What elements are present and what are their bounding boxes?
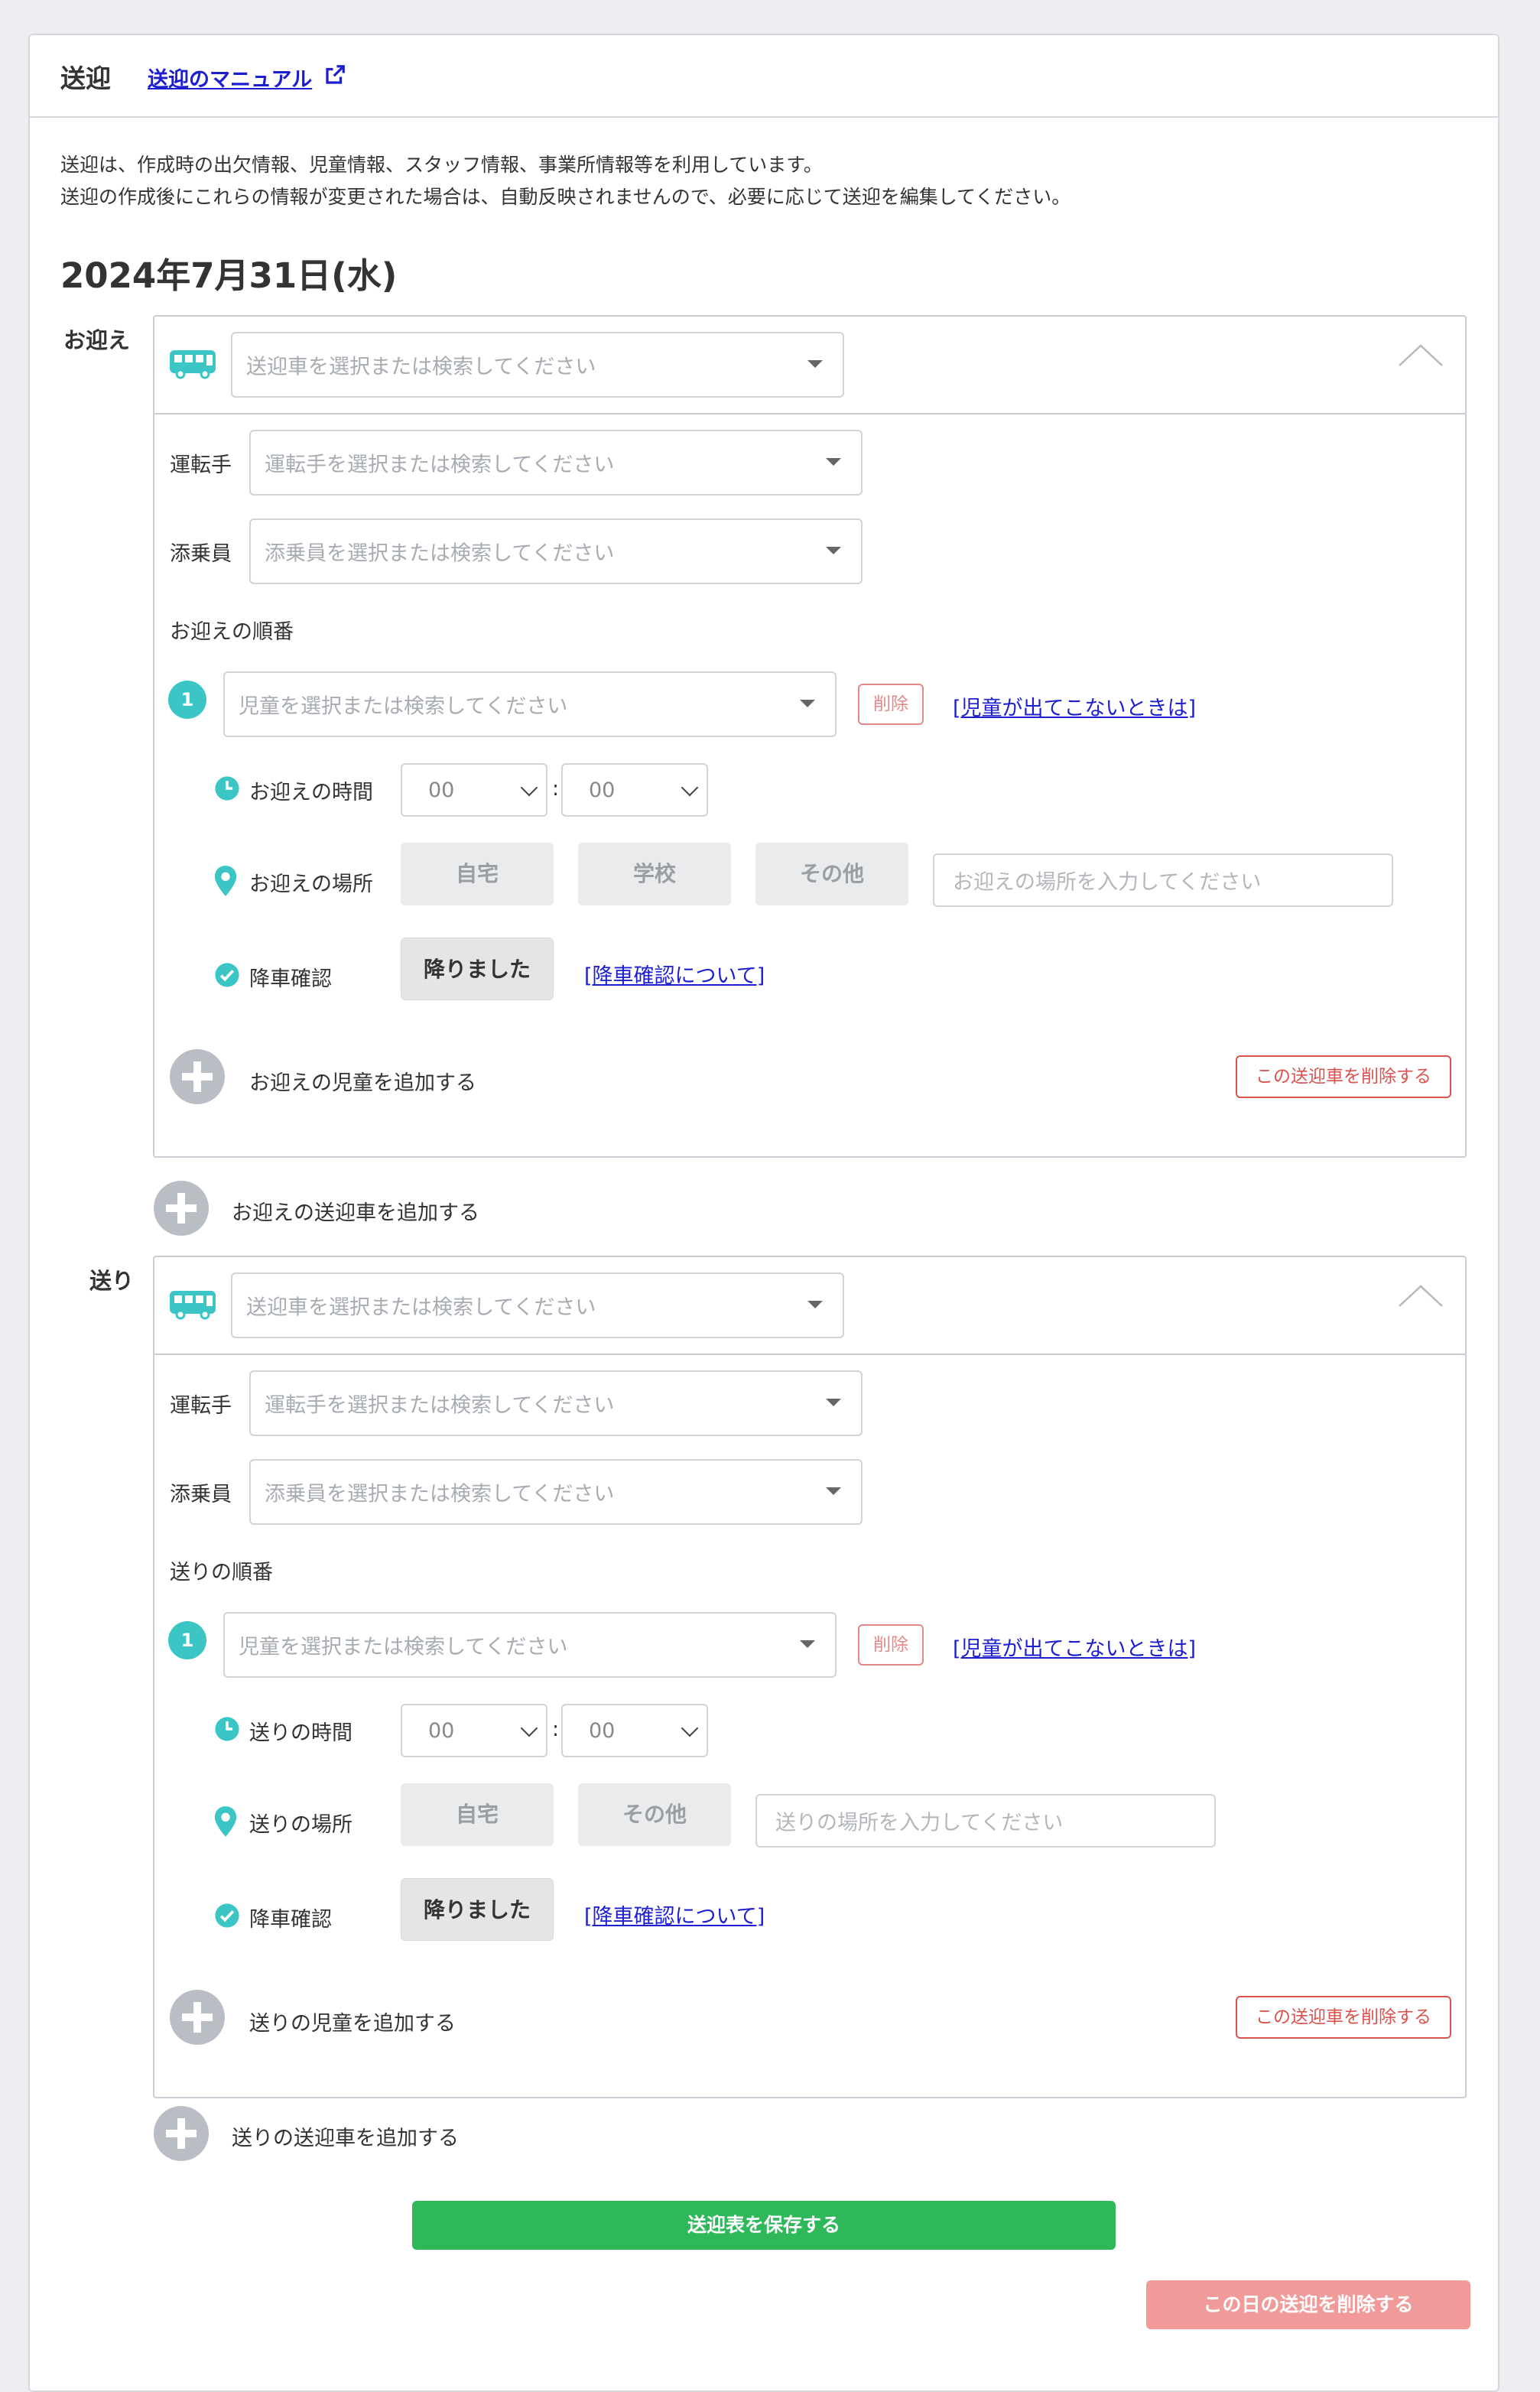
add-vehicle-plus-icon[interactable] (154, 2106, 209, 2161)
place-option-other[interactable]: その他 (755, 843, 908, 905)
order-label: お迎えの順番 (170, 620, 294, 644)
caret-down-icon (800, 700, 815, 707)
minute-select[interactable]: 00 (561, 1704, 708, 1757)
add-pickup-vehicle-button[interactable]: お迎えの送迎車を追加する (232, 1196, 479, 1226)
chevron-down-icon (520, 1719, 538, 1737)
check-circle-icon (215, 1903, 239, 1928)
clock-icon (215, 776, 239, 801)
caret-down-icon (800, 1640, 815, 1648)
time-separator: : (552, 777, 560, 801)
time-label: お迎えの時間 (249, 781, 373, 804)
child-delete-button[interactable]: 削除 (858, 684, 924, 725)
pickup-attendant-select[interactable]: 添乗員を選択または検索してください (249, 518, 863, 584)
location-pin-icon (214, 1806, 237, 1837)
caret-down-icon (807, 360, 823, 368)
chevron-up-icon[interactable] (1396, 340, 1445, 370)
order-label: 送りの順番 (170, 1561, 273, 1584)
caret-down-icon (826, 547, 841, 554)
bus-icon (170, 1291, 216, 1320)
add-vehicle-plus-icon[interactable] (154, 1181, 209, 1236)
place-option-home[interactable]: 自宅 (401, 1783, 554, 1846)
hour-select[interactable]: 00 (401, 763, 547, 817)
place-option-school[interactable]: 学校 (578, 843, 731, 905)
pickup-driver-select[interactable]: 運転手を選択または検索してください (249, 430, 863, 496)
external-link-icon[interactable] (323, 63, 346, 86)
caret-down-icon (826, 1399, 841, 1406)
delete-vehicle-button[interactable]: この送迎車を削除する (1236, 1055, 1451, 1098)
dropoff-section-label: 送り (89, 1268, 135, 1294)
location-pin-icon (214, 866, 237, 896)
transport-card: 送迎 送迎のマニュアル 送迎は、作成時の出欠情報、児童情報、スタッフ情報、事業所… (28, 34, 1499, 2392)
chevron-down-icon (520, 778, 538, 797)
date-heading: 2024年7月31日(水) (60, 255, 398, 296)
attendant-label: 添乗員 (170, 1483, 232, 1506)
child-help-link[interactable]: [児童が出てこないときは] (953, 691, 1196, 721)
caret-down-icon (807, 1301, 823, 1308)
hour-select[interactable]: 00 (401, 1704, 547, 1757)
dropoff-vehicle-panel: 送迎車を選択または検索してください 運転手 運転手を選択または検索してください … (153, 1256, 1467, 2098)
chevron-down-icon (681, 778, 699, 797)
info-text-2: 送迎の作成後にこれらの情報が変更された場合は、自動反映されませんので、必要に応じ… (60, 186, 1071, 208)
dropoff-confirm-label: 降車確認 (249, 1908, 332, 1932)
child-delete-button[interactable]: 削除 (858, 1624, 924, 1666)
dropoff-attendant-select[interactable]: 添乗員を選択または検索してください (249, 1459, 863, 1525)
chevron-up-icon[interactable] (1396, 1280, 1445, 1311)
bus-icon (170, 350, 216, 379)
add-child-button[interactable]: 送りの児童を追加する (249, 2007, 456, 2036)
delete-vehicle-button[interactable]: この送迎車を削除する (1236, 1996, 1451, 2039)
attendant-label: 添乗員 (170, 542, 232, 566)
add-dropoff-vehicle-button[interactable]: 送りの送迎車を追加する (232, 2121, 459, 2151)
delete-day-button[interactable]: この日の送迎を削除する (1146, 2280, 1470, 2329)
child-help-link[interactable]: [児童が出てこないときは] (953, 1632, 1196, 1662)
dropped-off-button[interactable]: 降りました (401, 1878, 554, 1941)
place-label: 送りの場所 (249, 1813, 353, 1837)
driver-label: 運転手 (170, 453, 232, 477)
place-option-home[interactable]: 自宅 (401, 843, 554, 905)
add-child-plus-icon[interactable] (170, 1990, 225, 2045)
caret-down-icon (826, 458, 841, 466)
card-header: 送迎 送迎のマニュアル (30, 35, 1498, 118)
pickup-section-label: お迎え (63, 327, 131, 353)
place-option-other[interactable]: その他 (578, 1783, 731, 1846)
clock-icon (215, 1717, 239, 1741)
pickup-vehicle-select[interactable]: 送迎車を選択または検索してください (231, 332, 844, 398)
add-child-button[interactable]: お迎えの児童を追加する (249, 1066, 476, 1096)
place-input[interactable]: お迎えの場所を入力してください (933, 853, 1393, 907)
dropoff-vehicle-select[interactable]: 送迎車を選択または検索してください (231, 1272, 844, 1338)
pickup-child-select[interactable]: 児童を選択または検索してください (223, 671, 837, 737)
place-input[interactable]: 送りの場所を入力してください (755, 1794, 1216, 1848)
time-label: 送りの時間 (249, 1721, 353, 1745)
child-number-badge: 1 (168, 681, 206, 719)
caret-down-icon (826, 1487, 841, 1495)
pickup-vehicle-panel: 送迎車を選択または検索してください 運転手 運転手を選択または検索してください … (153, 315, 1467, 1158)
child-number-badge: 1 (168, 1621, 206, 1659)
dropoff-info-link[interactable]: [降車確認について] (584, 959, 765, 989)
dropoff-child-select[interactable]: 児童を選択または検索してください (223, 1612, 837, 1678)
chevron-down-icon (681, 1719, 699, 1737)
place-label: お迎えの場所 (249, 873, 373, 896)
dropped-off-button[interactable]: 降りました (401, 938, 554, 1000)
pickup-vehicle-header: 送迎車を選択または検索してください (154, 317, 1465, 414)
time-separator: : (552, 1718, 560, 1741)
dropoff-vehicle-header: 送迎車を選択または検索してください (154, 1257, 1465, 1355)
dropoff-confirm-label: 降車確認 (249, 967, 332, 991)
page-title: 送迎 (60, 63, 111, 93)
minute-select[interactable]: 00 (561, 763, 708, 817)
add-child-plus-icon[interactable] (170, 1049, 225, 1104)
save-schedule-button[interactable]: 送迎表を保存する (412, 2201, 1116, 2250)
info-text-1: 送迎は、作成時の出欠情報、児童情報、スタッフ情報、事業所情報等を利用しています。 (60, 154, 823, 176)
dropoff-info-link[interactable]: [降車確認について] (584, 1900, 765, 1929)
manual-link[interactable]: 送迎のマニュアル (148, 63, 312, 93)
driver-label: 運転手 (170, 1394, 232, 1418)
dropoff-driver-select[interactable]: 運転手を選択または検索してください (249, 1370, 863, 1436)
check-circle-icon (215, 963, 239, 987)
